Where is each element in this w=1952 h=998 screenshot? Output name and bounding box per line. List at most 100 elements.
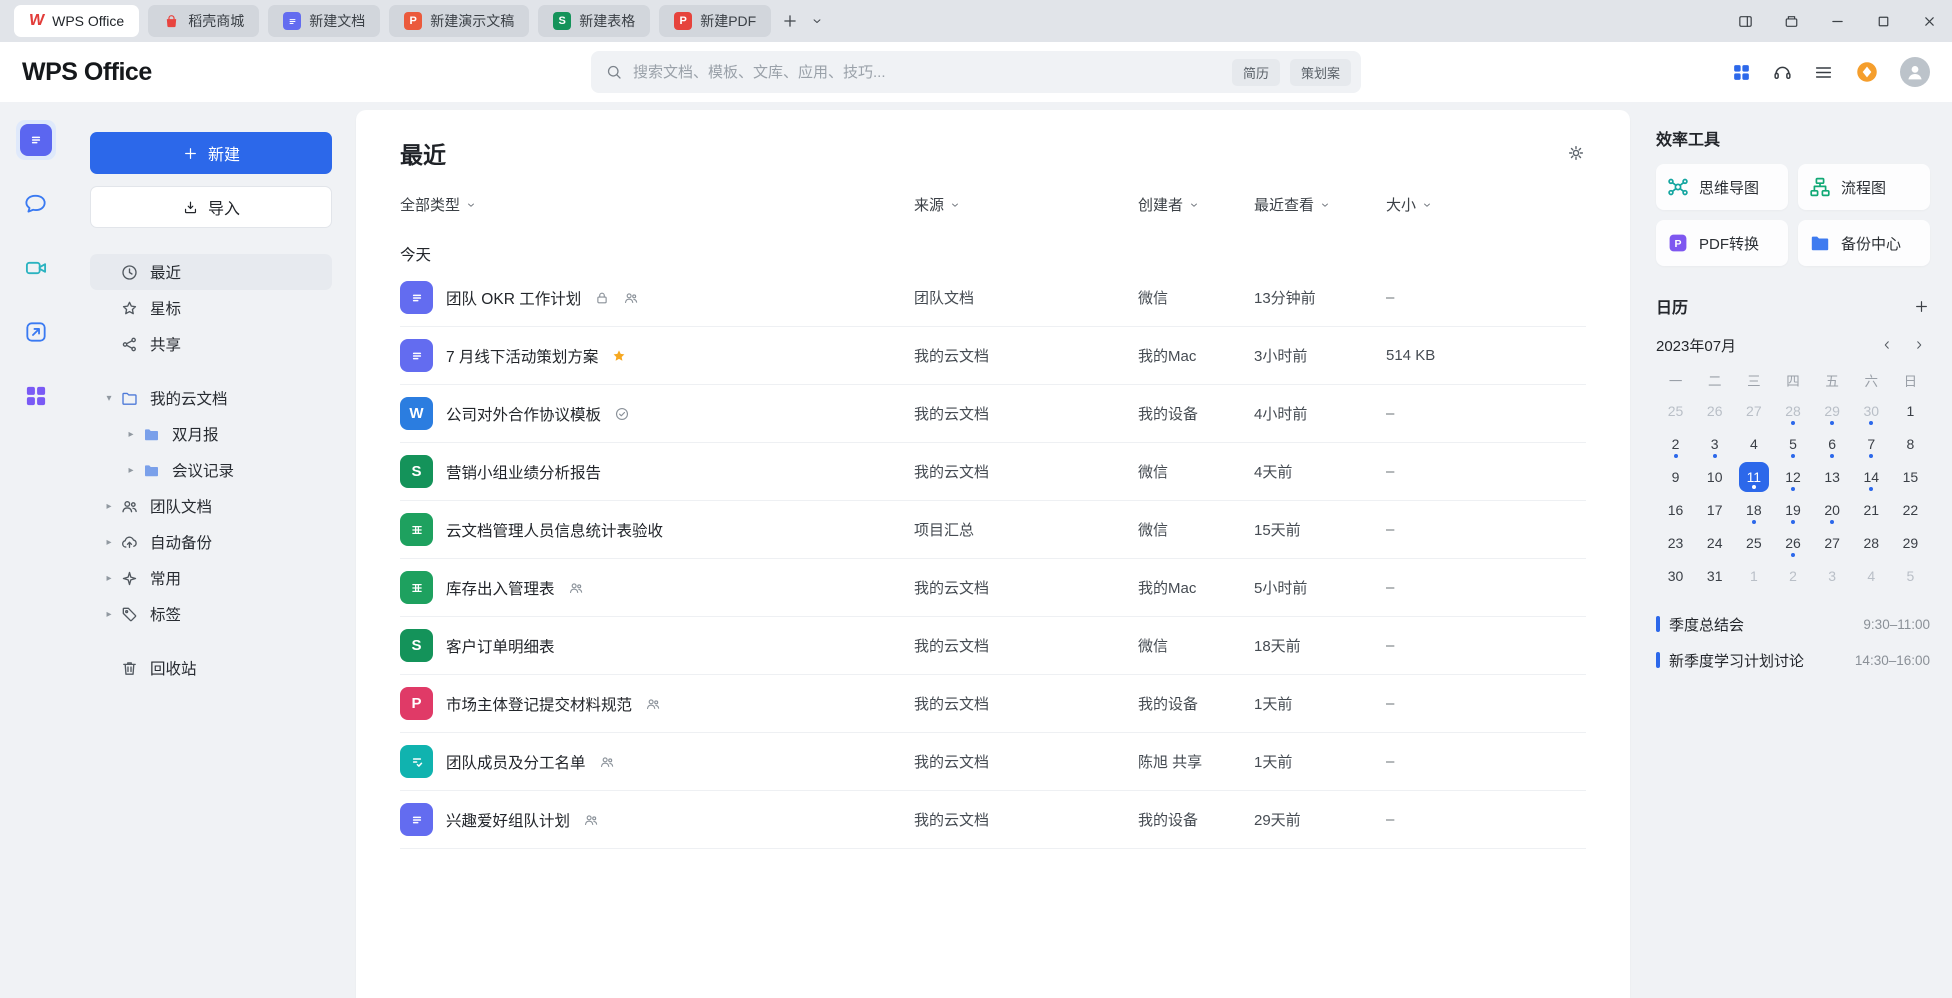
import-button[interactable]: 导入	[90, 186, 332, 228]
calendar-day[interactable]: 6	[1813, 427, 1852, 460]
table-row[interactable]: S客户订单明细表我的云文档微信18天前–	[400, 617, 1586, 675]
user-avatar[interactable]	[1900, 57, 1930, 87]
calendar-day[interactable]: 30	[1656, 559, 1695, 592]
tool-思维导图[interactable]: 思维导图	[1656, 164, 1788, 210]
calendar-day[interactable]: 14	[1852, 460, 1891, 493]
calendar-day[interactable]: 5	[1773, 427, 1812, 460]
sidebar-item-共享[interactable]: 共享	[90, 326, 332, 362]
sidebar-item-trash[interactable]: 回收站	[90, 650, 332, 686]
calendar-day[interactable]: 24	[1695, 526, 1734, 559]
calendar-prev-button[interactable]	[1876, 334, 1898, 356]
tool-PDF转换[interactable]: PPDF转换	[1656, 220, 1788, 266]
filter-dropdown-0[interactable]: 全部类型	[400, 194, 477, 215]
calendar-day[interactable]: 26	[1695, 394, 1734, 427]
tool-流程图[interactable]: 流程图	[1798, 164, 1930, 210]
calendar-event[interactable]: 季度总结会9:30–11:00	[1656, 606, 1930, 642]
table-row[interactable]: 库存出入管理表我的云文档我的Mac5小时前–	[400, 559, 1586, 617]
tab-5[interactable]: P新建PDF	[659, 5, 771, 37]
filter-dropdown-1[interactable]: 来源	[914, 194, 961, 215]
calendar-day[interactable]: 25	[1656, 394, 1695, 427]
caret-right-icon[interactable]: ▸	[98, 573, 120, 584]
rail-item-chat[interactable]	[16, 184, 56, 224]
file-name[interactable]: 市场主体登记提交材料规范	[446, 693, 632, 715]
search-tag-resume[interactable]: 简历	[1232, 59, 1280, 86]
calendar-day[interactable]: 19	[1773, 493, 1812, 526]
calendar-day[interactable]: 23	[1656, 526, 1695, 559]
table-row[interactable]: S营销小组业绩分析报告我的云文档微信4天前–	[400, 443, 1586, 501]
calendar-day[interactable]: 16	[1656, 493, 1695, 526]
table-row[interactable]: W公司对外合作协议模板我的云文档我的设备4小时前–	[400, 385, 1586, 443]
tab-4[interactable]: S新建表格	[538, 5, 650, 37]
file-name[interactable]: 团队 OKR 工作计划	[446, 287, 581, 309]
file-name[interactable]: 兴趣爱好组队计划	[446, 809, 570, 831]
search-tag-plan[interactable]: 策划案	[1290, 59, 1351, 86]
caret-right-icon[interactable]: ▸	[98, 609, 120, 620]
workspace-button[interactable]	[1768, 0, 1814, 42]
calendar-day[interactable]: 4	[1852, 559, 1891, 592]
table-row[interactable]: 云文档管理人员信息统计表验收项目汇总微信15天前–	[400, 501, 1586, 559]
calendar-day[interactable]: 8	[1891, 427, 1930, 460]
calendar-day[interactable]: 17	[1695, 493, 1734, 526]
new-tab-button[interactable]	[775, 6, 805, 36]
calendar-day[interactable]: 9	[1656, 460, 1695, 493]
caret-down-icon[interactable]: ▾	[98, 393, 120, 404]
filter-dropdown-4[interactable]: 大小	[1386, 194, 1433, 215]
new-document-button[interactable]: 新建	[90, 132, 332, 174]
calendar-day[interactable]: 10	[1695, 460, 1734, 493]
sidebar-tree-item-会议记录[interactable]: ▸会议记录	[90, 452, 332, 488]
calendar-day[interactable]: 15	[1891, 460, 1930, 493]
minimize-button[interactable]	[1814, 0, 1860, 42]
rail-item-apps[interactable]	[16, 376, 56, 416]
table-row[interactable]: 团队成员及分工名单我的云文档陈旭 共享1天前–	[400, 733, 1586, 791]
rail-item-meeting[interactable]	[16, 248, 56, 288]
menu-button[interactable]	[1813, 62, 1834, 83]
maximize-button[interactable]	[1860, 0, 1906, 42]
file-name[interactable]: 公司对外合作协议模板	[446, 403, 601, 425]
sidebar-item-星标[interactable]: 星标	[90, 290, 332, 326]
calendar-day[interactable]: 26	[1773, 526, 1812, 559]
sidebar-tree-item-团队文档[interactable]: ▸团队文档	[90, 488, 332, 524]
calendar-day[interactable]: 2	[1656, 427, 1695, 460]
settings-gear-button[interactable]	[1566, 143, 1586, 163]
calendar-day[interactable]: 25	[1734, 526, 1773, 559]
calendar-day-selected[interactable]: 11	[1734, 460, 1773, 493]
calendar-day[interactable]: 1	[1734, 559, 1773, 592]
table-row[interactable]: P市场主体登记提交材料规范我的云文档我的设备1天前–	[400, 675, 1586, 733]
calendar-day[interactable]: 30	[1852, 394, 1891, 427]
tab-3[interactable]: P新建演示文稿	[389, 5, 529, 37]
calendar-day[interactable]: 21	[1852, 493, 1891, 526]
tab-2[interactable]: 新建文档	[268, 5, 380, 37]
file-name[interactable]: 营销小组业绩分析报告	[446, 461, 601, 483]
calendar-day[interactable]: 3	[1695, 427, 1734, 460]
filter-dropdown-3[interactable]: 最近查看	[1254, 194, 1331, 215]
file-name[interactable]: 客户订单明细表	[446, 635, 555, 657]
calendar-day[interactable]: 28	[1773, 394, 1812, 427]
calendar-day[interactable]: 2	[1773, 559, 1812, 592]
apps-grid-button[interactable]	[1731, 62, 1752, 83]
close-button[interactable]	[1906, 0, 1952, 42]
calendar-day[interactable]: 28	[1852, 526, 1891, 559]
calendar-day[interactable]: 20	[1813, 493, 1852, 526]
calendar-day[interactable]: 29	[1891, 526, 1930, 559]
caret-right-icon[interactable]: ▸	[120, 429, 142, 440]
global-search-bar[interactable]: 简历 策划案	[591, 51, 1361, 93]
caret-right-icon[interactable]: ▸	[98, 501, 120, 512]
calendar-day[interactable]: 12	[1773, 460, 1812, 493]
calendar-day[interactable]: 27	[1813, 526, 1852, 559]
calendar-day[interactable]: 1	[1891, 394, 1930, 427]
calendar-day[interactable]: 29	[1813, 394, 1852, 427]
calendar-day[interactable]: 7	[1852, 427, 1891, 460]
sidebar-tree-item-我的云文档[interactable]: ▾我的云文档	[90, 380, 332, 416]
sidebar-tree-item-标签[interactable]: ▸标签	[90, 596, 332, 632]
calendar-day[interactable]: 31	[1695, 559, 1734, 592]
file-name[interactable]: 7 月线下活动策划方案	[446, 345, 598, 367]
calendar-day[interactable]: 13	[1813, 460, 1852, 493]
rail-item-transfer[interactable]	[16, 312, 56, 352]
file-name[interactable]: 云文档管理人员信息统计表验收	[446, 519, 663, 541]
sidebar-item-最近[interactable]: 最近	[90, 254, 332, 290]
layout-panel-button[interactable]	[1722, 0, 1768, 42]
calendar-day[interactable]: 5	[1891, 559, 1930, 592]
tab-0[interactable]: WWPS Office	[14, 5, 139, 37]
member-vip-badge[interactable]	[1854, 59, 1880, 85]
sidebar-tree-item-双月报[interactable]: ▸双月报	[90, 416, 332, 452]
